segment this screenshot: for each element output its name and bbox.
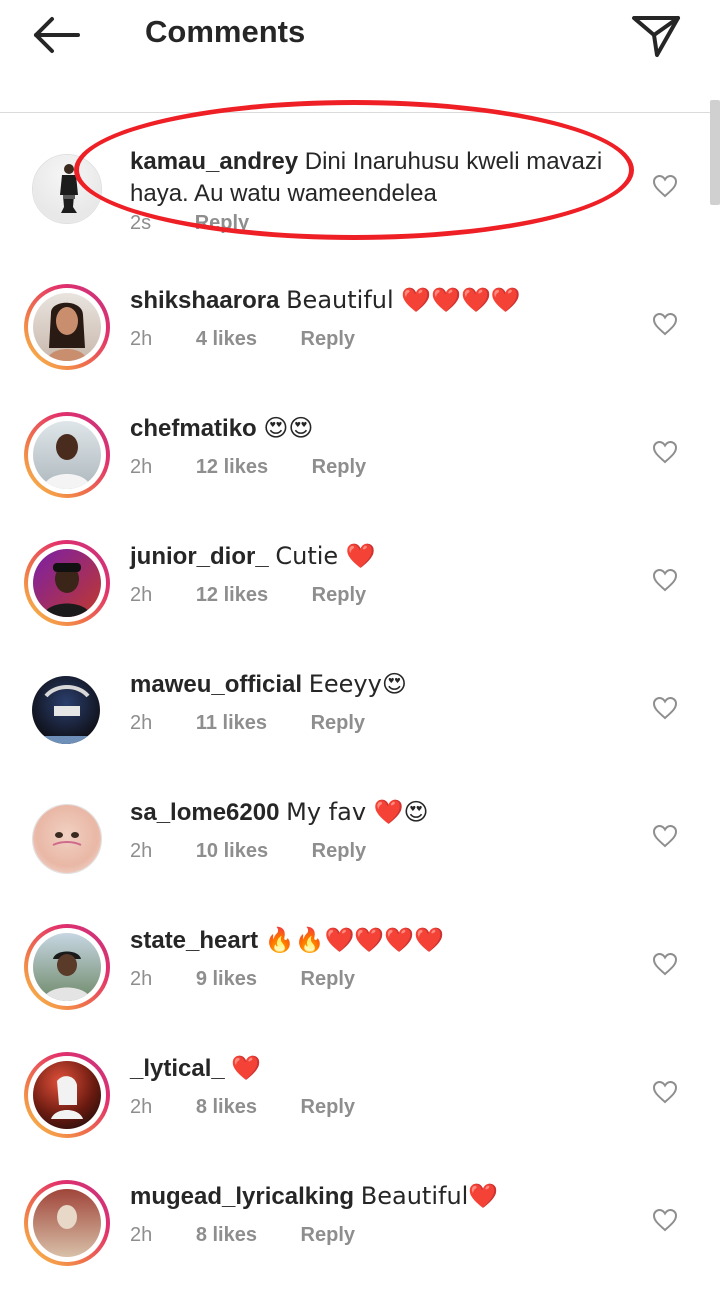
- reply-button[interactable]: Reply: [301, 328, 355, 350]
- comment-item: chefmatiko 😍😍 2h 12 likes Reply: [0, 412, 720, 540]
- comment-item: kamau_andrey Dini Inaruhusu kweli mavazi…: [0, 146, 720, 274]
- reply-button[interactable]: Reply: [301, 968, 355, 990]
- comment-username[interactable]: maweu_official: [130, 671, 302, 698]
- comment-time: 2h: [130, 840, 153, 862]
- comment-text: My fav ❤️😍: [286, 798, 429, 826]
- avatar[interactable]: [24, 1052, 110, 1138]
- avatar[interactable]: [24, 284, 110, 370]
- comment-item: mugead_lyricalking Beautiful❤️ 2h 8 like…: [0, 1180, 720, 1308]
- likes-count[interactable]: 8 likes: [196, 1096, 257, 1118]
- comment-username[interactable]: sa_lome6200: [130, 799, 279, 826]
- reply-button[interactable]: Reply: [195, 212, 249, 234]
- like-heart-icon[interactable]: [652, 824, 678, 848]
- comment-item: state_heart 🔥🔥❤️❤️❤️❤️ 2h 9 likes Reply: [0, 924, 720, 1052]
- comment-time: 2h: [130, 712, 153, 734]
- reply-button[interactable]: Reply: [311, 712, 365, 734]
- avatar[interactable]: [24, 1180, 110, 1266]
- likes-count[interactable]: 12 likes: [196, 584, 268, 606]
- comment-item: _lytical_ ❤️ 2h 8 likes Reply: [0, 1052, 720, 1180]
- share-button[interactable]: [630, 10, 684, 60]
- like-heart-icon[interactable]: [652, 696, 678, 720]
- like-heart-icon[interactable]: [652, 1080, 678, 1104]
- likes-count[interactable]: 9 likes: [196, 968, 257, 990]
- comment-time: 2h: [130, 1224, 153, 1246]
- likes-count[interactable]: 10 likes: [196, 840, 268, 862]
- avatar[interactable]: [24, 540, 110, 626]
- comment-item: shikshaarora Beautiful ❤️❤️❤️❤️ 2h 4 lik…: [0, 284, 720, 412]
- likes-count[interactable]: 8 likes: [196, 1224, 257, 1246]
- comment-username[interactable]: _lytical_: [130, 1055, 225, 1082]
- like-heart-icon[interactable]: [652, 312, 678, 336]
- comment-time: 2h: [130, 328, 153, 350]
- back-button[interactable]: [26, 10, 86, 60]
- send-icon: [632, 16, 680, 57]
- likes-count[interactable]: 4 likes: [196, 328, 257, 350]
- avatar[interactable]: [24, 146, 110, 232]
- avatar[interactable]: [24, 668, 110, 754]
- reply-button[interactable]: Reply: [301, 1096, 355, 1118]
- reply-button[interactable]: Reply: [301, 1224, 355, 1246]
- comment-username[interactable]: mugead_lyricalking: [130, 1183, 354, 1210]
- page-title: Comments: [145, 14, 306, 49]
- comment-username[interactable]: junior_dior_: [130, 543, 269, 570]
- comment-username[interactable]: state_heart: [130, 927, 258, 954]
- comment-item: maweu_official Eeeyy😍 2h 11 likes Reply: [0, 668, 720, 796]
- like-heart-icon[interactable]: [652, 568, 678, 592]
- reply-button[interactable]: Reply: [312, 840, 366, 862]
- comment-text: Beautiful❤️: [360, 1182, 499, 1210]
- avatar[interactable]: [24, 412, 110, 498]
- comment-text: 🔥🔥❤️❤️❤️❤️: [264, 926, 445, 954]
- comment-text: Cutie ❤️: [275, 542, 376, 570]
- like-heart-icon[interactable]: [652, 952, 678, 976]
- comment-item: junior_dior_ Cutie ❤️ 2h 12 likes Reply: [0, 540, 720, 668]
- comment-item: sa_lome6200 My fav ❤️😍 2h 10 likes Reply: [0, 796, 720, 924]
- comment-time: 2h: [130, 1096, 153, 1118]
- comment-username[interactable]: chefmatiko: [130, 415, 257, 442]
- comment-time: 2h: [130, 968, 153, 990]
- reply-button[interactable]: Reply: [312, 584, 366, 606]
- comment-username[interactable]: shikshaarora: [130, 287, 279, 314]
- comment-text: Beautiful ❤️❤️❤️❤️: [286, 286, 521, 314]
- likes-count[interactable]: 11 likes: [196, 712, 267, 734]
- avatar[interactable]: [24, 924, 110, 1010]
- comment-time: 2h: [130, 584, 153, 606]
- comment-time: 2s: [130, 212, 152, 234]
- comment-text: ❤️: [231, 1054, 262, 1082]
- like-heart-icon[interactable]: [652, 440, 678, 464]
- comment-time: 2h: [130, 456, 153, 478]
- comment-text: 😍😍: [263, 414, 314, 442]
- header-bar: Comments: [0, 0, 720, 113]
- like-heart-icon[interactable]: [652, 174, 678, 198]
- arrow-left-icon: [34, 17, 80, 53]
- comment-username[interactable]: kamau_andrey: [130, 148, 298, 175]
- comment-text: Eeeyy😍: [308, 670, 407, 698]
- likes-count[interactable]: 12 likes: [196, 456, 268, 478]
- reply-button[interactable]: Reply: [312, 456, 366, 478]
- avatar[interactable]: [24, 796, 110, 882]
- like-heart-icon[interactable]: [652, 1208, 678, 1232]
